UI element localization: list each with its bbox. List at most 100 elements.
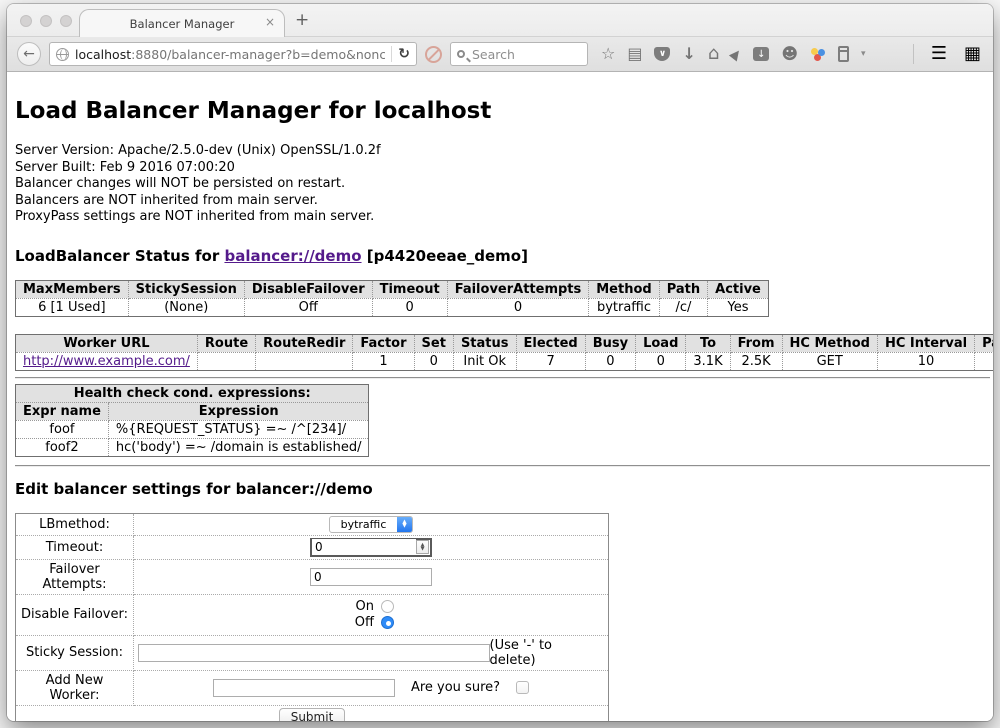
heading-prefix: LoadBalancer Status for [15,247,224,265]
search-bar[interactable] [450,42,588,66]
column-header: Method [589,280,659,298]
table-cell: 7 [516,352,585,370]
form-row-failover-attempts: Failover Attempts: [16,559,609,594]
column-header: Path [659,280,707,298]
inherit-notice-line: Balancers are NOT inherited from main se… [15,193,993,210]
table-cell: 0 [585,352,635,370]
close-tab-icon[interactable]: × [265,15,275,29]
downloads-icon[interactable]: ↓ [682,46,695,62]
form-row-disable-failover: Disable Failover: On Off [16,594,609,635]
column-header: HC Method [782,334,877,352]
site-identity-globe-icon[interactable] [56,48,69,61]
column-header: DisableFailover [244,280,372,298]
expr-name-cell: foof2 [16,438,109,456]
table-cell: 6 [1 Used] [16,298,129,316]
lbmethod-label: LBmethod: [16,513,134,535]
confirm-label: Are you sure? [411,680,500,695]
lbmethod-select[interactable]: bytraffic ▲▼ [329,516,413,533]
column-header: To [686,334,730,352]
balancer-link[interactable]: balancer://demo [224,247,361,265]
table-cell: 0 [636,352,686,370]
table-cell: Yes [708,298,769,316]
column-header: Route [197,334,255,352]
disable-failover-on-radio[interactable] [381,600,394,613]
hamburger-menu-icon[interactable]: ☰ [931,45,947,63]
expression-cell: %{REQUEST_STATUS} =~ /^[234]/ [108,420,369,438]
status-section-heading: LoadBalancer Status for balancer://demo … [15,247,993,265]
add-worker-input[interactable] [213,679,395,697]
column-header: From [730,334,782,352]
edit-balancer-form: LBmethod: bytraffic ▲▼ Timeout: ▲▼ [15,513,609,722]
pocket-icon[interactable]: ∨ [654,47,670,61]
home-icon[interactable]: ⌂ [708,45,719,63]
table-header-row: MaxMembers StickySession DisableFailover… [16,280,769,298]
table-cell: 10 [877,352,974,370]
table-cell [256,352,353,370]
bookmark-star-icon[interactable]: ☆ [601,46,615,62]
tab-bar: Balancer Manager × + [7,4,993,36]
server-version-line: Server Version: Apache/2.5.0-dev (Unix) … [15,143,993,160]
expression-cell: hc('body') =~ /domain is established/ [108,438,369,456]
off-label: Off [348,615,374,631]
sticky-session-input[interactable] [138,644,490,662]
disable-failover-off-radio[interactable] [381,616,394,629]
timeout-label: Timeout: [16,535,134,559]
lbmethod-selected-value: bytraffic [330,518,397,531]
bookmarks-grid-icon[interactable]: ▦ [964,45,981,63]
table-cell: 0 [372,298,447,316]
column-header: Load [636,334,686,352]
table-cell: /c/ [659,298,707,316]
on-label: On [348,599,374,615]
window-controls [20,15,72,27]
column-header: RouteRedir [256,334,353,352]
column-header: Passes [975,334,993,352]
colorful-extension-icon[interactable] [810,46,826,62]
new-tab-button[interactable]: + [295,10,309,30]
toolbar-icons: ☆ ▤ ∨ ↓ ⌂ ▲ ↓ ☻ ▾ [601,45,866,63]
reading-list-icon[interactable]: ▤ [627,46,642,62]
confirm-checkbox[interactable] [516,681,529,694]
minimize-window-button[interactable] [40,15,52,27]
forum-smiley-icon[interactable]: ☻ [781,46,798,62]
column-header: MaxMembers [16,280,129,298]
zoom-window-button[interactable] [60,15,72,27]
submit-button[interactable]: Submit [279,708,346,722]
failover-attempts-input[interactable] [310,568,432,586]
send-tab-icon[interactable]: ▲ [728,45,745,63]
worker-url-link[interactable]: http://www.example.com/ [23,354,190,369]
search-input[interactable] [470,46,581,63]
container-extension-icon[interactable] [838,46,849,62]
tab-balancer-manager[interactable]: Balancer Manager × [79,9,285,37]
column-header: Expr name [16,402,109,420]
content-blocker-icon[interactable] [425,46,442,63]
page-title: Load Balancer Manager for localhost [15,98,993,124]
column-header: Busy [585,334,635,352]
url-path: :8880/balancer-manager?b=demo&nonce=decc… [131,47,385,62]
table-header-row: Worker URL Route RouteRedir Factor Set S… [16,334,994,352]
form-row-lbmethod: LBmethod: bytraffic ▲▼ [16,513,609,535]
table-title-row: Health check cond. expressions: [16,384,369,402]
save-to-device-icon[interactable]: ↓ [753,47,769,61]
heading-suffix: [p4420eeae_demo] [362,247,528,265]
url-bar[interactable]: localhost:8880/balancer-manager?b=demo&n… [49,42,417,66]
worker-url-cell: http://www.example.com/ [16,352,198,370]
toolbar-separator [913,44,914,64]
failover-attempts-label: Failover Attempts: [16,559,134,594]
column-header: Timeout [372,280,447,298]
url-text[interactable]: localhost:8880/balancer-manager?b=demo&n… [75,47,385,62]
chevron-down-icon[interactable]: ▾ [861,49,866,59]
table-header-row: Expr name Expression [16,402,369,420]
radio-option-on: On [134,599,608,615]
table-cell: 0 [447,298,589,316]
table-row: foof2 hc('body') =~ /domain is establish… [16,438,369,456]
timeout-input[interactable] [312,539,416,555]
number-spinner-icon[interactable]: ▲▼ [416,540,429,554]
back-button[interactable]: ← [17,42,41,66]
reload-icon[interactable]: ↻ [398,46,410,62]
url-host: localhost [75,47,131,62]
back-arrow-icon: ← [23,46,35,62]
persist-notice-line: Balancer changes will NOT be persisted o… [15,176,993,193]
close-window-button[interactable] [20,15,32,27]
separator [15,465,990,467]
table-row: 6 [1 Used] (None) Off 0 0 bytraffic /c/ … [16,298,769,316]
